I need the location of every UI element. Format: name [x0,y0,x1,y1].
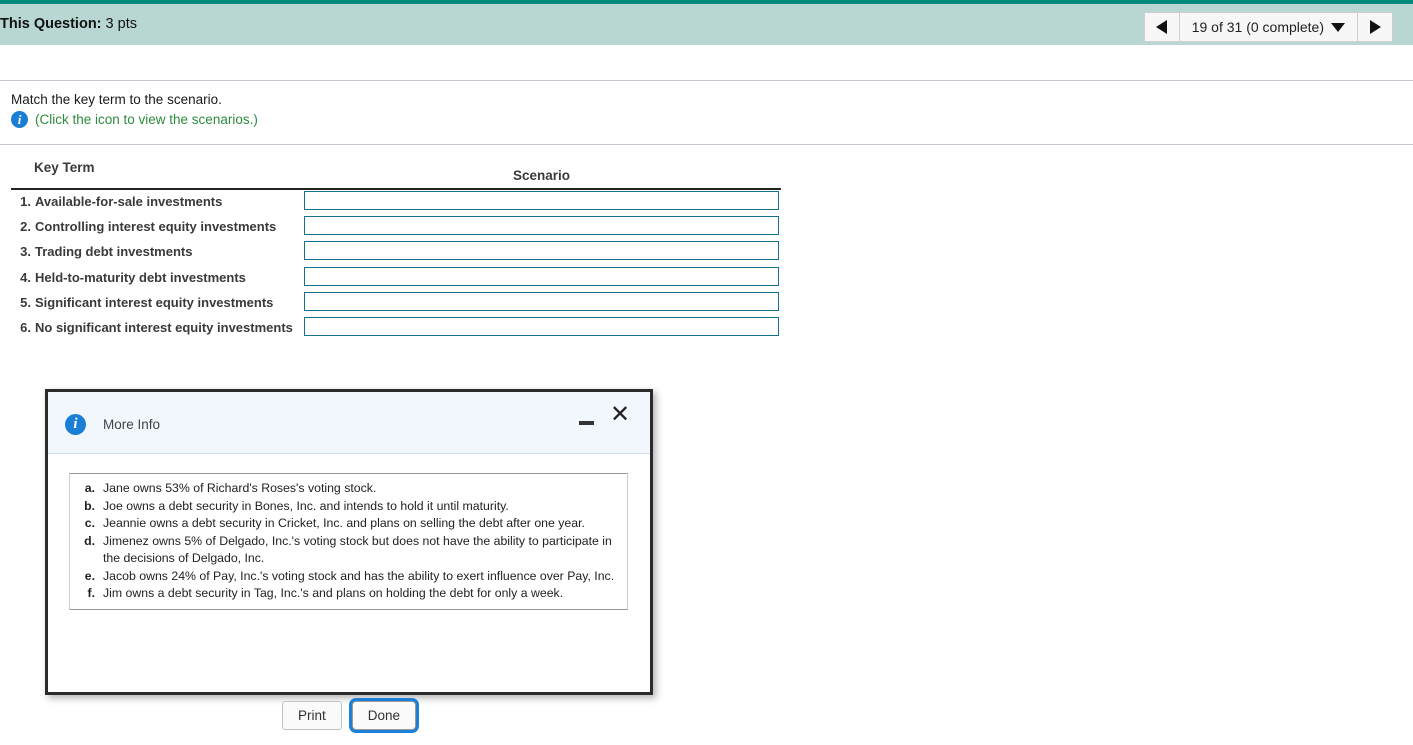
table-row: 6. No significant interest equity investm… [0,316,800,342]
scenario-item: d. Jimenez owns 5% of Delgado, Inc.'s vot… [74,533,623,568]
prev-question-button[interactable] [1143,12,1180,42]
matching-table: Key Term Scenario [0,160,800,184]
table-row: 5. Significant interest equity investment… [0,291,800,317]
scenario-input[interactable] [304,191,779,210]
key-term-label: Trading debt investments [35,244,193,260]
table-header-rule [11,188,781,190]
divider-top [0,80,1413,81]
question-points: 3 pts [105,16,137,32]
key-term-label: No significant interest equity investmen… [35,319,293,335]
question-counter-label: 19 of 31 (0 complete) [1191,19,1324,35]
close-icon[interactable]: ✕ [608,402,632,428]
scenario-letter: a. [84,481,95,495]
scenario-list: a. Jane owns 53% of Richard's Roses's vot… [69,473,628,610]
scenario-text: Jim owns a debt security in Tag, Inc.'s … [103,586,564,600]
key-term-label: Available-for-sale investments [35,194,223,209]
row-number: 2. [20,219,31,235]
divider-below-prompt [0,144,1413,145]
caret-down-icon [1331,22,1345,32]
question-label: This Question: [0,16,102,32]
info-circle-icon: i [65,414,86,435]
scenario-letter: b. [84,498,95,513]
key-term-label: Controlling interest equity investments [35,219,277,235]
scenario-input[interactable] [304,291,779,311]
question-navigation: 19 of 31 (0 complete) [1143,12,1393,42]
scenario-text: Jacob owns 24% of Pay, Inc.'s voting sto… [103,568,615,583]
question-banner: This Question: 3 pts 19 of 31 (0 complet… [0,0,1413,45]
scenario-input[interactable] [304,216,779,236]
row-number: 5. [20,294,31,310]
dialog-title: More Info [103,417,161,432]
scenario-input[interactable] [304,241,779,261]
row-number: 3. [20,244,31,260]
key-term-label: Significant interest equity investments [35,294,274,310]
print-button[interactable]: Print [281,701,342,730]
scenario-item: e. Jacob owns 24% of Pay, Inc.'s voting s… [74,568,623,586]
scenario-letter: f. [87,586,95,600]
scenario-text: Jeannie owns a debt security in Cricket,… [103,516,585,530]
scenario-letter: c. [84,516,95,530]
key-term-label: Held-to-maturity debt investments [35,269,246,285]
matching-rows: 1. Available-for-sale investments 2. Contro… [0,191,800,342]
scenario-text: Jimenez owns 5% of Delgado, Inc.'s votin… [103,533,612,566]
question-hint-label[interactable]: (Click the icon to view the scenarios.) [35,112,258,127]
scenario-item: c. Jeannie owns a debt security in Cricke… [74,515,623,533]
row-number: 1. [20,194,31,209]
scenario-input[interactable] [304,316,779,336]
column-header-key-term: Key Term [34,160,95,175]
scenario-input[interactable] [304,266,779,286]
question-counter-dropdown[interactable]: 19 of 31 (0 complete) [1179,12,1357,42]
row-number: 4. [20,269,31,285]
scenario-text: Joe owns a debt security in Bones, Inc. … [103,498,509,513]
scenario-item: f. Jim owns a debt security in Tag, Inc.'… [74,585,623,603]
table-header-row: Key Term Scenario [0,160,800,184]
scenario-item: b. Joe owns a debt security in Bones, Inc… [74,498,623,516]
dialog-actions: Print Done [48,701,650,730]
dialog-header: i More Info ✕ [48,392,650,454]
question-points-label: This Question: 3 pts [0,16,137,32]
question-hint-row: i (Click the icon to view the scenarios.… [11,111,258,128]
table-row: 4. Held-to-maturity debt investments [0,266,800,292]
row-number: 6. [20,319,31,335]
question-prompt: Match the key term to the scenario. [11,92,222,107]
scenario-letter: d. [84,533,95,548]
more-info-dialog: i More Info ✕ a. Jane owns 53% of Richard… [45,389,653,730]
table-row: 3. Trading debt investments [0,241,800,266]
triangle-left-icon [1156,20,1168,34]
next-question-button[interactable] [1357,12,1393,42]
table-row: 1. Available-for-sale investments [0,191,800,216]
scenario-text: Jane owns 53% of Richard's Roses's votin… [103,481,377,495]
scenario-letter: e. [84,568,95,583]
minimize-icon[interactable] [576,408,598,430]
table-row: 2. Controlling interest equity investment… [0,216,800,241]
triangle-right-icon [1369,20,1381,34]
info-circle-icon[interactable]: i [11,111,28,128]
column-header-scenario: Scenario [513,168,571,183]
scenario-item: a. Jane owns 53% of Richard's Roses's vot… [74,480,623,498]
done-button[interactable]: Done [351,701,417,730]
